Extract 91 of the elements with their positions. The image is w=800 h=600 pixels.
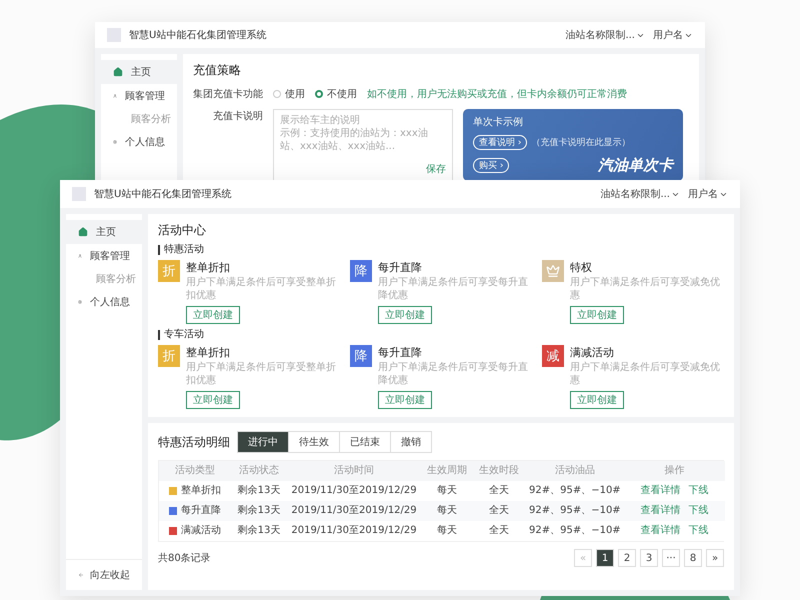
activity-description: 用户下单满足条件后可享受减免优惠	[570, 362, 721, 387]
activity-description: 用户下单满足条件后可享受整单折扣优惠	[186, 362, 337, 387]
create-button[interactable]: 立即创建	[570, 391, 624, 409]
status-tab[interactable]: 待生效	[288, 431, 340, 453]
activity-name: 整单折扣	[186, 260, 230, 275]
gear-icon	[113, 137, 117, 147]
sidebar-item[interactable]: 主页	[66, 220, 142, 244]
activity-icon: 折	[158, 345, 180, 367]
activity-description: 用户下单满足条件后可享受整单折扣优惠	[186, 277, 337, 302]
sidebar-item[interactable]: 顾客管理	[66, 244, 142, 268]
sidebar-item[interactable]: 个人信息	[101, 130, 177, 154]
table-cell: 2019/11/30至2019/12/29	[287, 501, 421, 521]
page-button[interactable]: ···	[662, 549, 680, 567]
column-header: 活动类型	[159, 461, 231, 481]
create-button[interactable]: 立即创建	[378, 306, 432, 324]
form-label: 集团充值卡功能	[193, 88, 263, 101]
page-button[interactable]: 2	[618, 549, 636, 567]
activity-icon: 减	[542, 345, 564, 367]
action-link[interactable]: 查看详情	[640, 525, 681, 537]
create-button[interactable]: 立即创建	[570, 306, 624, 324]
table-cell: 每升直降	[159, 501, 231, 521]
activity-name: 满减活动	[570, 345, 614, 360]
home-icon	[113, 67, 123, 77]
action-link[interactable]: 查看详情	[640, 505, 681, 517]
section-title: 活动中心	[158, 222, 207, 239]
logo-placeholder	[72, 187, 86, 201]
table-cell: 全天	[473, 501, 525, 521]
activity-name: 整单折扣	[186, 345, 230, 360]
page-button[interactable]: 8	[684, 549, 702, 567]
user-dropdown[interactable]: 用户名	[688, 187, 728, 201]
column-header: 生效时段	[473, 461, 525, 481]
section-title: 充值策略	[193, 62, 242, 79]
logo-placeholder	[107, 28, 121, 42]
create-button[interactable]: 立即创建	[186, 391, 240, 409]
gear-icon	[78, 297, 82, 307]
create-button[interactable]: 立即创建	[186, 306, 240, 324]
station-dropdown[interactable]: 油站名称限制...	[565, 28, 645, 42]
sidebar-item[interactable]: 顾客管理	[101, 84, 177, 108]
record-count: 共80条记录	[158, 552, 211, 565]
activity-icon: 折	[158, 260, 180, 282]
status-tab[interactable]: 已结束	[339, 431, 391, 453]
subsection-title: 特惠活动	[158, 245, 204, 255]
arrow-left-icon	[78, 570, 84, 580]
card-note: （充值卡说明在此显示）	[531, 136, 630, 149]
table-cell: 92#、95#、−10#	[525, 501, 625, 521]
page-button[interactable]: 1	[596, 549, 614, 567]
create-button[interactable]: 立即创建	[378, 391, 432, 409]
radio-option[interactable]: 使用	[273, 87, 305, 101]
collapse-button[interactable]: 向左收起	[66, 559, 142, 584]
section-title: 特惠活动明细	[158, 434, 230, 450]
activity-name: 每升直降	[378, 260, 422, 275]
column-header: 活动时间	[287, 461, 421, 481]
sidebar-item[interactable]: 个人信息	[66, 290, 142, 314]
buy-button[interactable]: 购买 ›	[473, 158, 510, 173]
card-title: 单次卡示例	[473, 116, 524, 129]
user-icon	[113, 91, 117, 101]
form-label: 充值卡说明	[212, 110, 263, 123]
column-header: 活动油品	[525, 461, 625, 481]
info-button[interactable]: 查看说明 ›	[473, 135, 528, 150]
app-title: 智慧U站中能石化集团管理系统	[94, 188, 232, 201]
action-link[interactable]: 查看详情	[640, 485, 681, 497]
card-name: 汽油单次卡	[598, 156, 673, 175]
activity-description: 用户下单满足条件后可享受每升直降优惠	[378, 362, 529, 387]
activity-icon: 降	[350, 345, 372, 367]
table-cell: 每天	[421, 501, 473, 521]
column-header: 操作	[624, 461, 725, 481]
station-dropdown[interactable]: 油站名称限制...	[600, 187, 680, 201]
app-title: 智慧U站中能石化集团管理系统	[129, 28, 268, 42]
status-tab[interactable]: 进行中	[237, 431, 289, 453]
column-header: 生效周期	[421, 461, 473, 481]
activity-description: 用户下单满足条件后可享受减免优惠	[570, 277, 721, 302]
activity-name: 特权	[570, 260, 592, 275]
action-link[interactable]: 下线	[688, 525, 709, 537]
save-link[interactable]: 保存	[426, 162, 446, 176]
home-icon	[78, 227, 88, 237]
sidebar-item[interactable]: 主页	[101, 60, 177, 84]
page-button[interactable]: 3	[640, 549, 658, 567]
radio-option[interactable]: 不使用	[315, 87, 357, 101]
subsection-title: 专车活动	[158, 330, 204, 340]
activity-name: 每升直降	[378, 345, 422, 360]
action-link[interactable]: 下线	[688, 485, 709, 497]
column-header: 活动状态	[231, 461, 287, 481]
table-cell: 剩余13天	[231, 501, 287, 521]
next-page-button[interactable]: »	[706, 549, 724, 567]
hint-text: 如不使用，用户无法购买或充值，但卡内余额仍可正常消费	[367, 88, 627, 101]
activity-icon: 降	[350, 260, 372, 282]
user-icon	[78, 251, 82, 261]
status-tab[interactable]: 撤销	[390, 431, 432, 453]
action-link[interactable]: 下线	[688, 505, 709, 517]
activity-description: 用户下单满足条件后可享受每升直降优惠	[378, 277, 529, 302]
user-dropdown[interactable]: 用户名	[653, 28, 693, 42]
